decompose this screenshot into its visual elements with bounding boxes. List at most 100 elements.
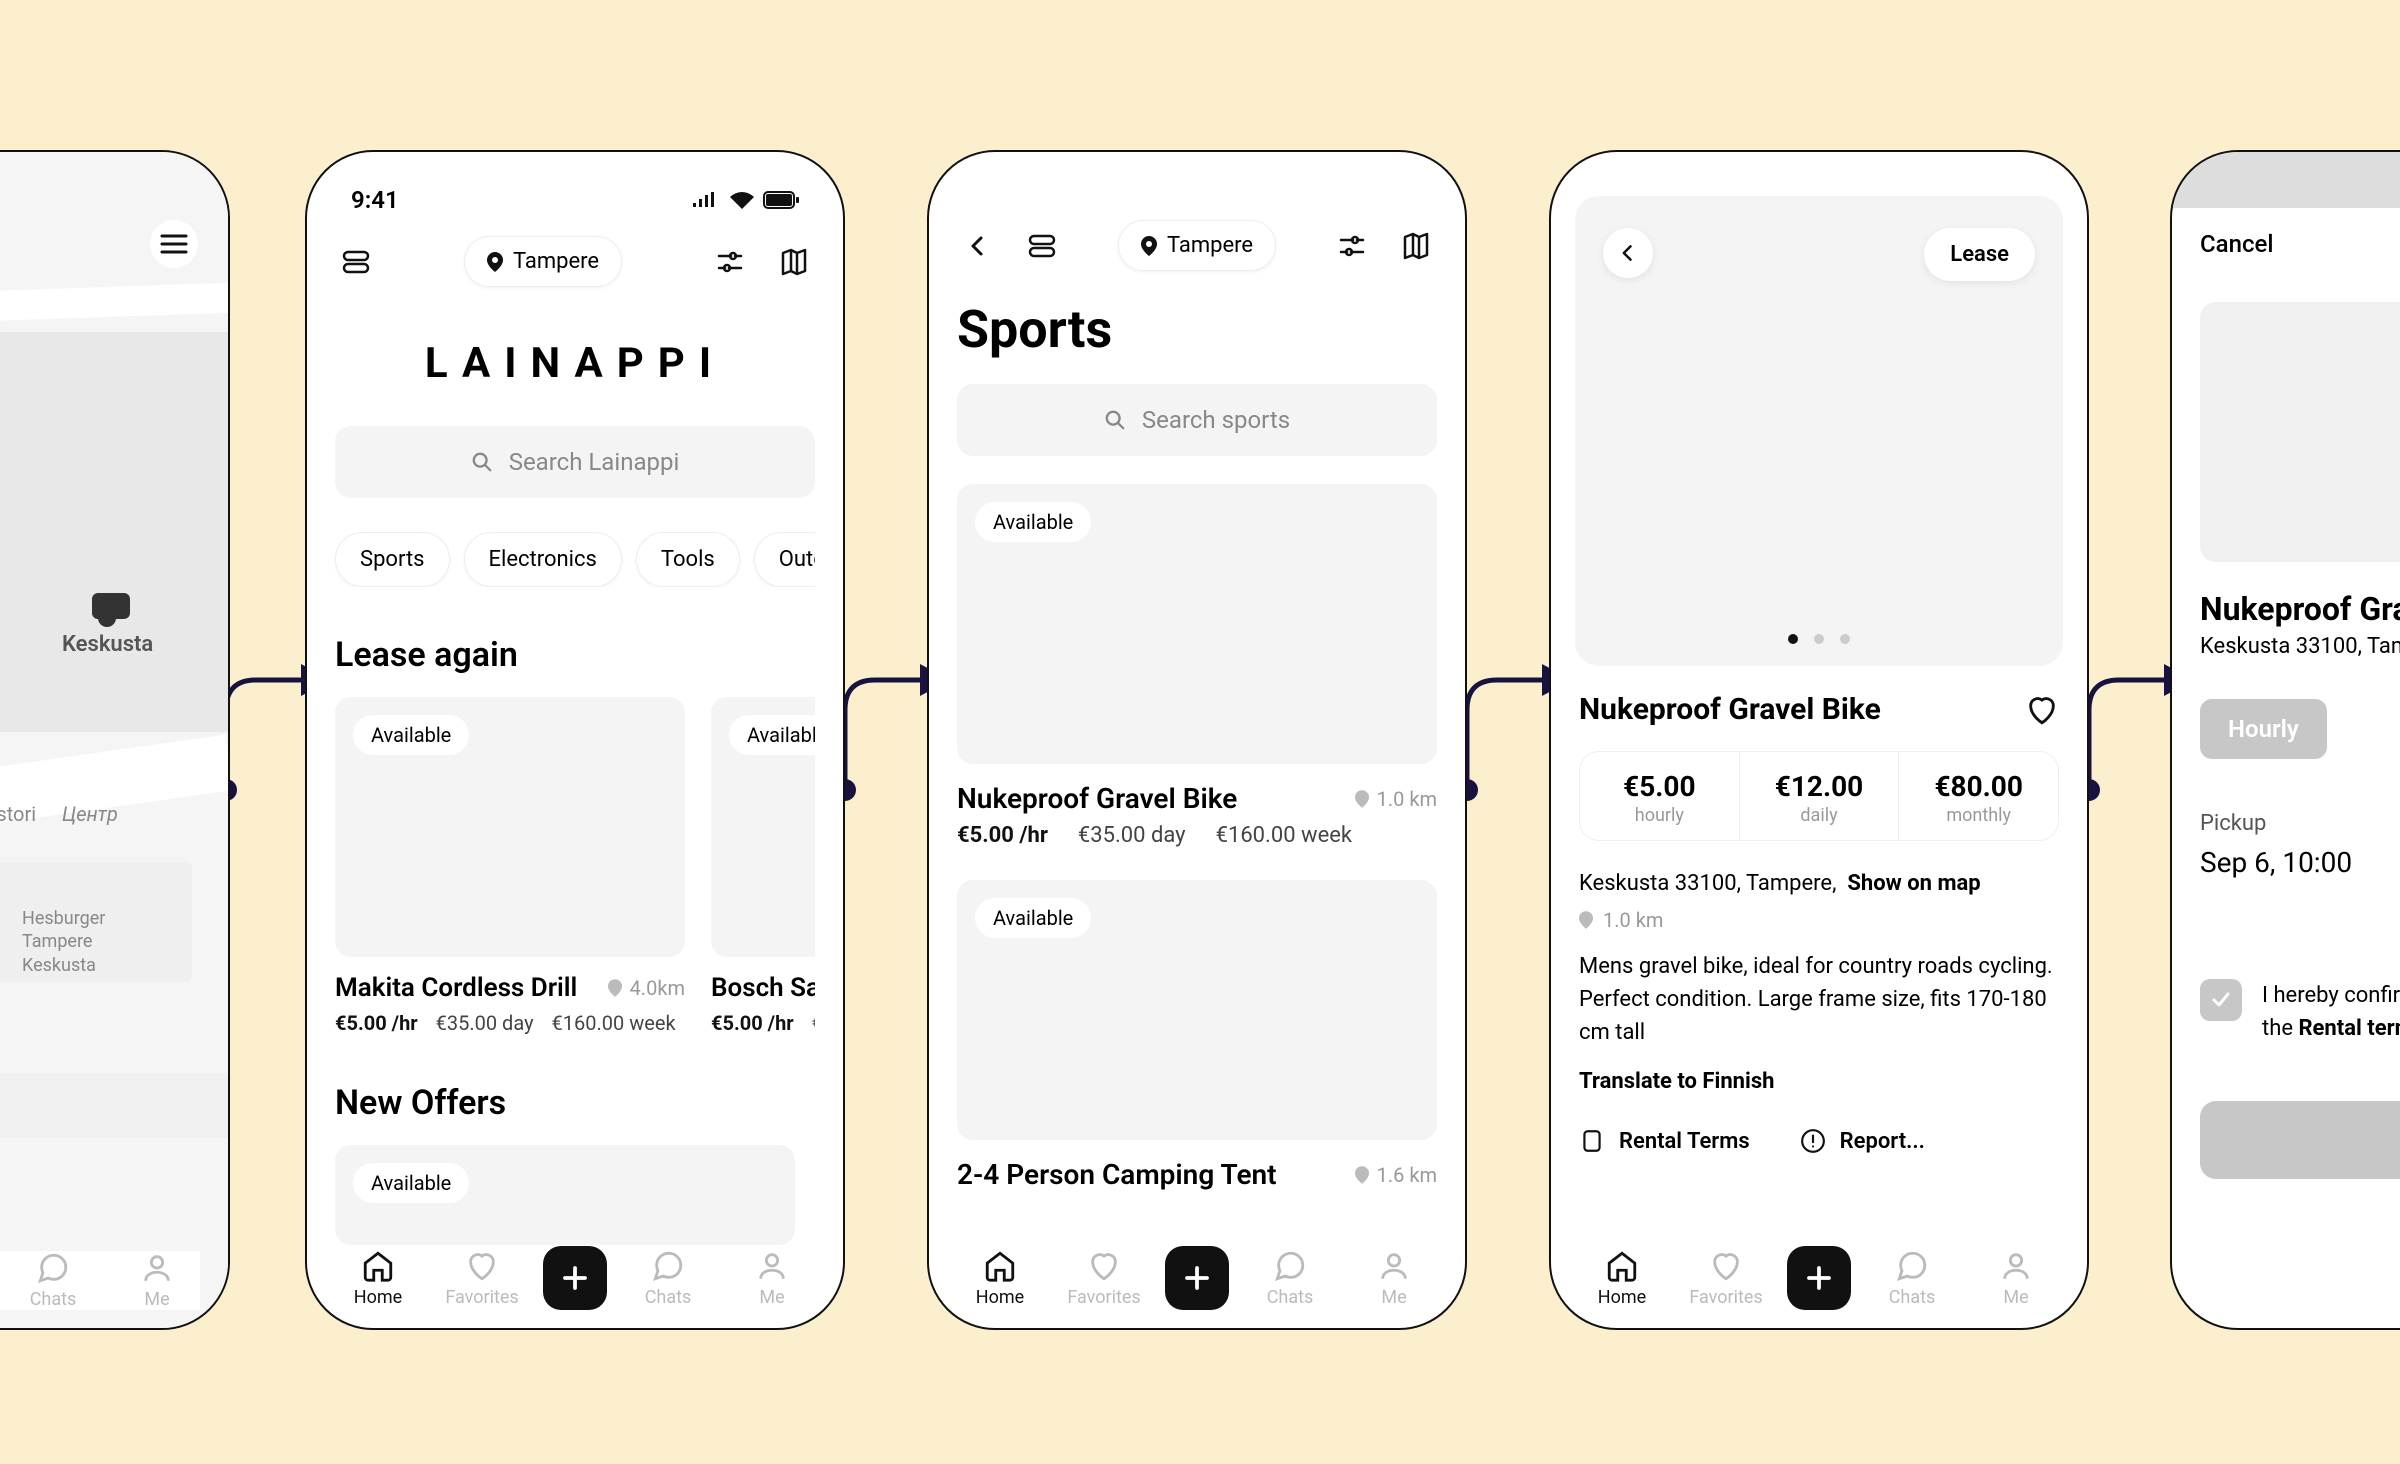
bottom-tab-bar: Home Favorites Chats Me [335, 1246, 815, 1310]
back-button[interactable] [1603, 228, 1653, 278]
search-placeholder: Search Lainappi [509, 448, 680, 476]
translate-link[interactable]: Translate to Finnish [1579, 1069, 2059, 1094]
lease-submit-button[interactable]: Lease [2200, 1101, 2400, 1179]
map-button[interactable] [1395, 225, 1437, 267]
filter-button[interactable] [709, 241, 751, 283]
item-image: Available [957, 880, 1437, 1140]
confirm-terms-row: I hereby confirm the Rental terms [2200, 979, 2400, 1045]
item-title: Bosch Sander [711, 973, 815, 1003]
status-indicators [691, 191, 799, 209]
location-label: Tampere [1167, 233, 1253, 258]
category-chip-outdoor[interactable]: Outdoor [754, 532, 815, 587]
home-topbar: Tampere [335, 236, 815, 287]
location-selector[interactable]: Tampere [464, 236, 622, 287]
location-selector[interactable]: Tampere [1118, 220, 1276, 271]
item-distance: 1.6 km [1355, 1163, 1437, 1187]
search-icon [471, 451, 493, 473]
item-title: Makita Cordless Drill [335, 973, 577, 1003]
app-logo: LAINAPPI [335, 339, 815, 388]
back-button[interactable] [957, 225, 999, 267]
tab-chats[interactable]: Chats [625, 1249, 711, 1308]
tab-me[interactable]: Me [1351, 1249, 1437, 1308]
map-street-label-alt: Центр [62, 802, 118, 826]
item-card[interactable]: Available Nukeproof Gravel Bike 1.0 km €… [957, 484, 1437, 848]
add-listing-button[interactable] [1787, 1246, 1851, 1310]
order-item-title: Nukeproof Gravel [2200, 590, 2400, 628]
price-hourly[interactable]: €5.00 hourly [1580, 752, 1740, 840]
map-button[interactable] [773, 241, 815, 283]
rental-terms-button[interactable]: Rental Terms [1579, 1128, 1750, 1154]
favorite-button[interactable] [2025, 693, 2059, 727]
pickup-datetime[interactable]: Sep 6, 10:00 [2200, 846, 2400, 879]
item-card[interactable]: Available [335, 1145, 795, 1245]
report-button[interactable]: Report... [1800, 1128, 1925, 1154]
availability-badge: Available [975, 898, 1091, 938]
cancel-button[interactable]: Cancel [2200, 230, 2400, 258]
add-listing-button[interactable] [1165, 1246, 1229, 1310]
bottom-tab-bar: Home Favorites Chats Me [957, 1238, 1437, 1310]
availability-badge: Available [353, 715, 469, 755]
item-prices: €5.00 /hr €35 [711, 1011, 815, 1035]
rate-hourly-button[interactable]: Hourly [2200, 699, 2327, 759]
status-bar: 9:41 [335, 180, 815, 230]
item-image: Available [335, 697, 685, 957]
order-item-address: Keskusta 33100, Tampere [2200, 634, 2400, 659]
item-card[interactable]: Available 2-4 Person Camping Tent 1.6 km [957, 880, 1437, 1191]
tab-me[interactable]: Me [1973, 1249, 2059, 1308]
category-title: Sports [957, 299, 1437, 360]
confirm-text: I hereby confirm the Rental terms [2262, 979, 2400, 1045]
item-image: Available [711, 697, 815, 957]
map-district-label: Keskusta [62, 632, 153, 657]
item-hero-image[interactable]: Lease [1575, 196, 2063, 666]
category-chip-tools[interactable]: Tools [636, 532, 740, 587]
bottom-tab-bar: Chats Me [0, 1251, 200, 1310]
add-listing-button[interactable] [543, 1246, 607, 1310]
lease-button[interactable]: Lease [1924, 228, 2035, 281]
tab-home[interactable]: Home [957, 1249, 1043, 1308]
price-daily[interactable]: €12.00 daily [1740, 752, 1900, 840]
item-distance: 1.0 km [1355, 787, 1437, 811]
item-title: Nukeproof Gravel Bike [957, 782, 1237, 815]
search-placeholder: Search sports [1142, 406, 1290, 434]
order-item-image [2200, 302, 2400, 562]
detail-header: Nukeproof Gravel Bike [1579, 692, 2059, 727]
item-distance: 1.0 km [1579, 908, 2059, 932]
show-on-map-link[interactable]: Show on map [1847, 871, 1980, 896]
duration-value: 5 [2200, 907, 2400, 931]
tab-favorites[interactable]: Favorites [1061, 1249, 1147, 1308]
tab-favorites[interactable]: Favorites [1683, 1249, 1769, 1308]
item-card[interactable]: Available Makita Cordless Drill 4.0km €5… [335, 697, 685, 1035]
item-card[interactable]: Available Bosch Sander €5.00 /hr €35 [711, 697, 815, 1035]
search-input[interactable]: Search Lainappi [335, 426, 815, 498]
category-chip-sports[interactable]: Sports [335, 532, 450, 587]
map-poi-label: Hesburger Tampere Keskusta [22, 907, 105, 977]
carousel-indicator [1575, 634, 2063, 644]
availability-badge: Available [353, 1163, 469, 1203]
tab-home[interactable]: Home [335, 1249, 421, 1308]
list-view-toggle-button[interactable] [335, 241, 377, 283]
tab-chats[interactable]: Chats [10, 1251, 96, 1310]
tab-chats[interactable]: Chats [1869, 1249, 1955, 1308]
item-image: Available [957, 484, 1437, 764]
filter-button[interactable] [1331, 225, 1373, 267]
confirm-checkbox[interactable] [2200, 979, 2242, 1021]
price-selector: €5.00 hourly €12.00 daily €80.00 monthly [1579, 751, 2059, 841]
tab-favorites[interactable]: Favorites [439, 1249, 525, 1308]
tab-chats[interactable]: Chats [1247, 1249, 1333, 1308]
search-input[interactable]: Search sports [957, 384, 1437, 456]
search-input[interactable]: inappi [0, 1073, 230, 1138]
lease-again-list: Available Makita Cordless Drill 4.0km €5… [335, 697, 815, 1035]
tab-home[interactable]: Home [1579, 1249, 1665, 1308]
item-title: 2-4 Person Camping Tent [957, 1158, 1277, 1191]
map-marker-trailer-icon[interactable] [92, 593, 130, 619]
tab-me[interactable]: Me [729, 1249, 815, 1308]
location-label: Tampere [513, 249, 599, 274]
item-prices: €5.00 /hr €35.00 day €160.00 week [957, 823, 1437, 848]
tab-me[interactable]: Me [114, 1251, 200, 1310]
price-monthly[interactable]: €80.00 monthly [1899, 752, 2058, 840]
item-address: Keskusta 33100, Tampere, Show on map [1579, 871, 2059, 896]
list-view-toggle-button[interactable] [1021, 225, 1063, 267]
category-chip-electronics[interactable]: Electronics [464, 532, 622, 587]
map-view-toggle-button[interactable] [150, 220, 198, 268]
pickup-label: Pickup [2200, 811, 2400, 836]
